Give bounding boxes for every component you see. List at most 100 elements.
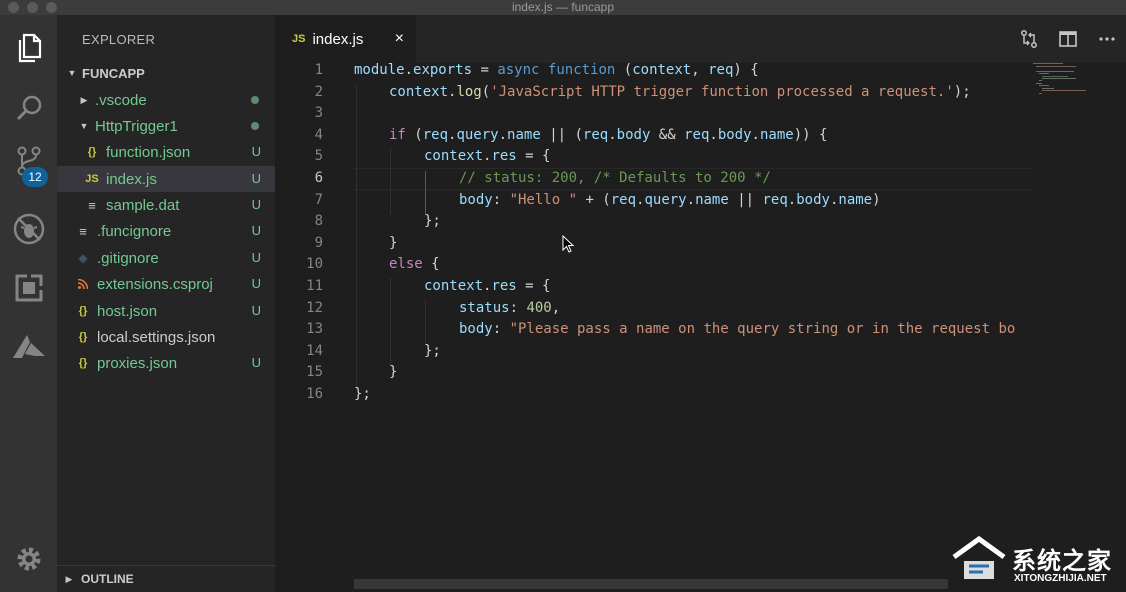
open-changes-button[interactable] bbox=[1019, 29, 1039, 49]
tree-item-label: host.json bbox=[97, 302, 158, 320]
tree-item-label: proxies.json bbox=[97, 354, 178, 372]
untracked-status: U bbox=[251, 355, 261, 370]
explorer-sidebar: EXPLORER ▼ FUNCAPP ▶ .vscode ▼ HttpTrigg… bbox=[57, 15, 275, 592]
tree-item-label: function.json bbox=[106, 143, 191, 161]
tree-item-label: sample.dat bbox=[106, 196, 180, 214]
indent-guide bbox=[390, 149, 391, 214]
chevron-down-icon: ▼ bbox=[67, 68, 77, 78]
chevron-down-icon: ▼ bbox=[79, 121, 89, 131]
tree-item-httptrigger1[interactable]: ▼ HttpTrigger1 bbox=[57, 113, 275, 139]
code-line: }; bbox=[424, 213, 441, 230]
search-activity-button[interactable] bbox=[0, 84, 57, 132]
tree-item-label: extensions.csproj bbox=[97, 275, 213, 293]
code-line: } bbox=[389, 234, 398, 251]
explorer-title: EXPLORER bbox=[82, 32, 156, 47]
tree-item-extensions-csproj[interactable]: extensions.csproj U bbox=[57, 271, 275, 297]
tree-item-label: local.settings.json bbox=[97, 328, 216, 346]
azure-activity-button[interactable] bbox=[0, 323, 57, 371]
line-number: 6 bbox=[314, 170, 323, 186]
tree-item-label: HttpTrigger1 bbox=[95, 117, 178, 135]
tree-item-label: .funcignore bbox=[97, 222, 172, 240]
vertical-scrollbar[interactable] bbox=[1112, 63, 1126, 592]
untracked-status: U bbox=[251, 171, 261, 186]
tab-index-js[interactable]: JS index.js × bbox=[275, 15, 416, 63]
outline-section-header[interactable]: ▶ OUTLINE bbox=[57, 565, 275, 592]
indent-guide bbox=[390, 279, 391, 365]
line-number: 4 bbox=[314, 126, 323, 143]
line-number: 5 bbox=[314, 148, 323, 165]
code-line: context.res = { bbox=[424, 278, 551, 294]
untracked-status: U bbox=[251, 144, 261, 159]
tree-item-funcignore[interactable]: ≡ .funcignore U bbox=[57, 218, 275, 244]
folder-header-funcapp[interactable]: ▼ FUNCAPP bbox=[57, 60, 275, 86]
minimap[interactable] bbox=[1033, 63, 1113, 103]
horizontal-scrollbar[interactable] bbox=[354, 579, 948, 589]
indent-guide bbox=[425, 300, 426, 343]
line-number: 11 bbox=[306, 278, 323, 294]
watermark-brand: 系统之家 bbox=[1012, 548, 1112, 575]
indent-guide bbox=[356, 84, 357, 389]
code-line: module.exports = async function (context… bbox=[354, 63, 759, 78]
site-watermark: 系统之家 XITONGZHIJIA.NET bbox=[950, 533, 1120, 588]
chevron-right-icon: ▶ bbox=[65, 573, 73, 584]
line-number: 1 bbox=[314, 62, 323, 78]
explorer-activity-button[interactable] bbox=[0, 24, 57, 72]
untracked-status: U bbox=[251, 197, 261, 212]
tree-item-local-settings-json[interactable]: {} local.settings.json bbox=[57, 324, 275, 350]
extensions-activity-button[interactable] bbox=[0, 264, 57, 312]
js-file-icon: JS bbox=[85, 173, 99, 185]
activity-bar: 12 bbox=[0, 15, 57, 592]
code-line: context.res = { bbox=[424, 148, 551, 165]
tree-item-label: .gitignore bbox=[97, 249, 159, 267]
code-line: }; bbox=[424, 342, 441, 359]
split-editor-button[interactable] bbox=[1058, 29, 1078, 49]
tree-item-label: .vscode bbox=[95, 91, 147, 109]
tree-item-gitignore[interactable]: ◆ .gitignore U bbox=[57, 245, 275, 271]
azure-icon bbox=[12, 335, 45, 358]
text-file-icon: ≡ bbox=[88, 197, 96, 213]
rss-file-icon bbox=[74, 279, 92, 289]
tab-label: index.js bbox=[312, 30, 364, 48]
json-file-icon: {} bbox=[78, 331, 88, 343]
tree-item-sample-dat[interactable]: ≡ sample.dat U bbox=[57, 192, 275, 218]
tree-item-proxies-json[interactable]: {} proxies.json U bbox=[57, 350, 275, 376]
settings-button[interactable] bbox=[0, 535, 57, 583]
more-actions-button[interactable] bbox=[1097, 29, 1117, 49]
tree-item-function-json[interactable]: {} function.json U bbox=[57, 139, 275, 165]
modified-dot-icon bbox=[251, 96, 259, 104]
debug-icon bbox=[13, 213, 44, 245]
untracked-status: U bbox=[251, 276, 261, 291]
code-line: status: 400, bbox=[459, 299, 561, 316]
line-number: 14 bbox=[306, 342, 323, 359]
line-number: 7 bbox=[314, 191, 323, 208]
tree-item-index-js[interactable]: JS index.js U bbox=[57, 166, 275, 192]
git-file-icon: ◆ bbox=[78, 251, 88, 265]
code-line: else { bbox=[389, 256, 440, 273]
json-file-icon: {} bbox=[87, 146, 97, 158]
tree-item-vscode[interactable]: ▶ .vscode bbox=[57, 87, 275, 113]
code-line: context.log('JavaScript HTTP trigger fun… bbox=[389, 83, 971, 100]
code-line: } bbox=[389, 364, 398, 381]
code-editor[interactable]: 1 2 3 4 5 6 7 8 9 10 11 12 13 14 15 16 m… bbox=[275, 62, 1126, 592]
scm-count-badge: 12 bbox=[22, 167, 48, 187]
indent-guide-active bbox=[425, 171, 426, 214]
gear-icon bbox=[17, 547, 40, 571]
debug-activity-button[interactable] bbox=[0, 205, 57, 253]
js-file-icon: JS bbox=[292, 33, 306, 45]
line-number: 9 bbox=[314, 234, 323, 251]
code-area[interactable]: module.exports = async function (context… bbox=[354, 63, 1034, 408]
watermark-url: XITONGZHIJIA.NET bbox=[1014, 573, 1107, 584]
more-icon bbox=[1099, 37, 1115, 41]
json-file-icon: {} bbox=[78, 357, 88, 369]
untracked-status: U bbox=[251, 223, 261, 238]
tree-item-host-json[interactable]: {} host.json U bbox=[57, 298, 275, 324]
close-icon[interactable]: × bbox=[395, 30, 404, 48]
text-file-icon: ≡ bbox=[79, 223, 87, 239]
editor-tab-bar: JS index.js × bbox=[275, 15, 1126, 63]
files-icon bbox=[18, 33, 41, 63]
extensions-icon bbox=[15, 274, 43, 302]
code-line: }; bbox=[354, 386, 371, 402]
line-number: 15 bbox=[306, 364, 323, 381]
line-number: 10 bbox=[306, 256, 323, 273]
mouse-pointer-icon bbox=[562, 235, 574, 253]
